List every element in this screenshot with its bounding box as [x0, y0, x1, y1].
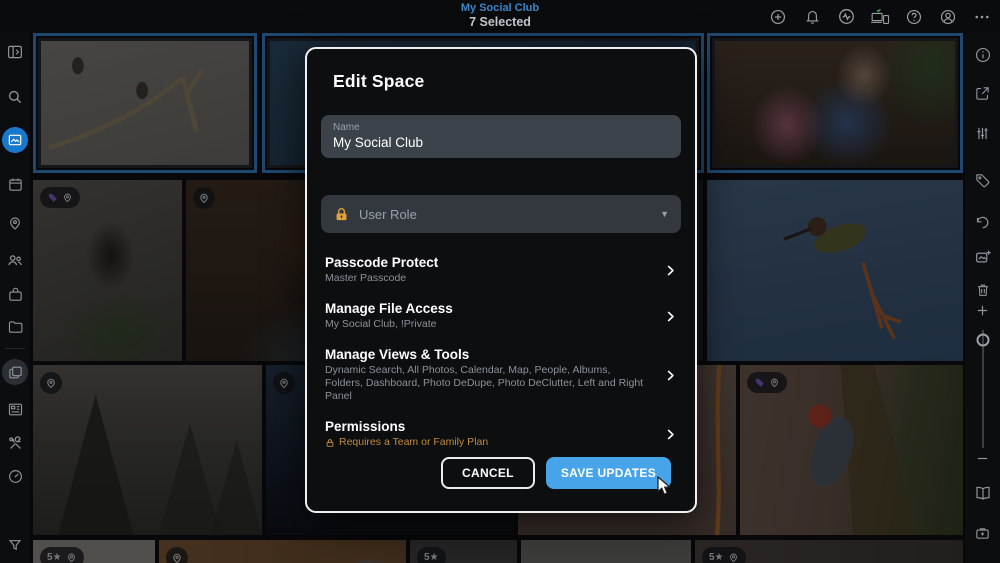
top-bar: My Social Club 7 Selected [0, 0, 1000, 33]
row-subtitle-text: Requires a Team or Family Plan [339, 436, 489, 448]
calendar-icon[interactable] [3, 172, 27, 196]
vault-icon[interactable] [971, 520, 995, 544]
zoom-slider-knob[interactable] [976, 333, 989, 347]
row-subtitle: My Social Club, !Private [325, 318, 437, 330]
row-subtitle: Master Passcode [325, 272, 407, 284]
passcode-protect-row[interactable]: Passcode Protect Master Passcode [321, 247, 681, 293]
sync-activity-icon[interactable] [836, 7, 856, 27]
people-icon[interactable] [3, 248, 27, 272]
folders-icon[interactable] [3, 314, 27, 338]
map-icon[interactable] [3, 211, 27, 235]
chevron-right-icon [667, 311, 674, 321]
manage-views-tools-row[interactable]: Manage Views & Tools Dynamic Search, All… [321, 339, 681, 411]
row-subtitle-locked: Requires a Team or Family Plan [325, 436, 650, 449]
lock-icon [336, 207, 347, 220]
more-icon[interactable] [972, 7, 992, 27]
spaces-icon[interactable] [2, 359, 28, 385]
name-input[interactable]: Name My Social Club [321, 115, 681, 158]
row-title: Passcode Protect [325, 255, 439, 270]
panel-toggle-icon[interactable] [3, 40, 27, 64]
add-circle-icon[interactable] [768, 7, 788, 27]
chevron-down-icon: ▼ [660, 209, 669, 219]
info-icon[interactable] [971, 43, 995, 67]
row-title: Manage File Access [325, 301, 453, 316]
tools-icon[interactable] [3, 431, 27, 455]
photos-icon[interactable] [2, 127, 28, 153]
open-editor-icon[interactable] [971, 81, 995, 105]
dashboard-icon[interactable] [3, 397, 27, 421]
tag-icon[interactable] [971, 168, 995, 192]
name-input-label: Name [333, 122, 360, 133]
search-icon[interactable] [3, 85, 27, 109]
topbar-icons [768, 0, 992, 33]
lock-icon [326, 438, 334, 447]
chevron-right-icon [667, 429, 674, 439]
chevron-right-icon [667, 370, 674, 380]
row-subtitle: Dynamic Search, All Photos, Calendar, Ma… [325, 364, 644, 402]
devices-synced-icon[interactable] [870, 7, 890, 27]
zoom-in-icon[interactable] [971, 298, 995, 322]
save-updates-button[interactable]: SAVE UPDATES [545, 457, 671, 489]
zoom-out-icon[interactable] [971, 446, 995, 470]
rotate-icon[interactable] [971, 210, 995, 234]
declutter-icon[interactable] [3, 464, 27, 488]
chevron-right-icon [667, 265, 674, 275]
manage-file-access-row[interactable]: Manage File Access My Social Club, !Priv… [321, 293, 681, 339]
add-to-album-icon[interactable] [971, 245, 995, 269]
help-icon[interactable] [904, 7, 924, 27]
story-view-icon[interactable] [971, 481, 995, 505]
sidebar-divider [5, 348, 25, 349]
row-title: Manage Views & Tools [325, 347, 470, 362]
user-role-label: User Role [359, 206, 417, 222]
edit-space-dialog: Edit Space Name My Social Club User Role… [305, 47, 697, 513]
notifications-icon[interactable] [802, 7, 822, 27]
dialog-title: Edit Space [333, 71, 425, 91]
filter-icon[interactable] [3, 533, 27, 557]
zoom-slider-track[interactable] [981, 330, 984, 448]
left-sidebar [0, 33, 30, 563]
account-icon[interactable] [938, 7, 958, 27]
adjustments-icon[interactable] [971, 121, 995, 145]
row-title: Permissions [325, 419, 406, 434]
permissions-row[interactable]: Permissions Requires a Team or Family Pl… [321, 411, 681, 457]
import-icon[interactable] [3, 282, 27, 306]
name-input-value[interactable]: My Social Club [333, 135, 669, 150]
app-window: My Social Club 7 Selected 5★ 5★ 5★ Edit … [0, 0, 1000, 563]
right-sidebar [965, 33, 1000, 563]
cancel-button[interactable]: CANCEL [441, 457, 535, 489]
user-role-dropdown[interactable]: User Role ▼ [321, 195, 681, 233]
